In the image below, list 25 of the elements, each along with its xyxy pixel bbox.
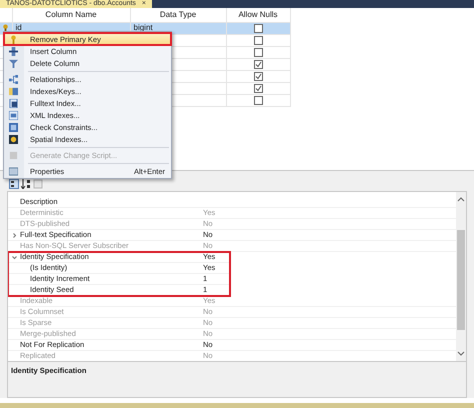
- checkbox[interactable]: [254, 60, 262, 68]
- column-header[interactable]: Data Type: [160, 10, 196, 20]
- checkbox[interactable]: [254, 36, 262, 44]
- collapse-icon[interactable]: [12, 254, 16, 260]
- checkbox[interactable]: [254, 48, 262, 56]
- key-icon: [9, 34, 18, 44]
- sort-icon[interactable]: [21, 179, 31, 189]
- scroll-up-icon[interactable]: [457, 196, 465, 202]
- checkbox[interactable]: [254, 24, 262, 32]
- scroll-down-icon[interactable]: [457, 351, 465, 357]
- spatial-index-icon: [9, 134, 18, 144]
- table-cell[interactable]: id: [16, 23, 22, 33]
- checkbox[interactable]: [254, 72, 262, 80]
- column-header[interactable]: Column Name: [45, 10, 97, 20]
- scrollbar[interactable]: [456, 192, 466, 361]
- expand-icon[interactable]: [12, 232, 16, 238]
- relationship-icon: [9, 74, 18, 84]
- index-icon: [9, 86, 18, 96]
- table-cell[interactable]: bigint: [134, 23, 153, 33]
- column-header[interactable]: Allow Nulls: [238, 10, 278, 20]
- categorized-icon[interactable]: [9, 179, 19, 189]
- checkbox[interactable]: [254, 96, 262, 104]
- insert-column-icon: [9, 46, 18, 56]
- properties-icon: [9, 166, 18, 176]
- checkbox[interactable]: [254, 84, 262, 92]
